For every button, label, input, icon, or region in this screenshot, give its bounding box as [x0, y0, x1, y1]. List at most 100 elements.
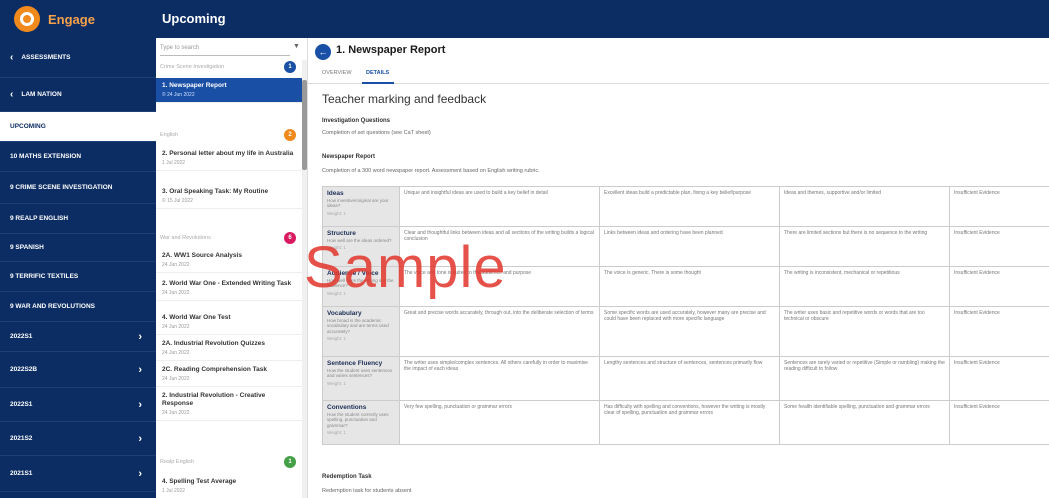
rubric-level-cell[interactable]: Clear and thoughtful links between ideas…	[399, 226, 600, 267]
list-item-title: 2. Industrial Revolution - Creative Resp…	[162, 392, 266, 408]
assessment-title: 1. Newspaper Report	[336, 44, 446, 56]
sidebar-item-label: 2022S2B	[10, 366, 38, 373]
list-group-header: Realp English 1	[160, 455, 300, 469]
sidebar-item[interactable]: 2022S2B ›	[0, 352, 156, 388]
list-item-date: 1 Jul 2022	[162, 488, 186, 495]
rubric-level-cell[interactable]: Insufficient Evidence	[949, 306, 1049, 357]
rubric-level-cell[interactable]: The voice is generic. There is some thou…	[599, 266, 780, 307]
rubric-level-cell[interactable]: Insufficient Evidence	[949, 226, 1049, 267]
group-count-badge: 6	[284, 232, 296, 244]
page-header-title: Upcoming	[162, 11, 226, 26]
top-bar: Engage Upcoming	[0, 0, 1049, 38]
rubric-level-cell[interactable]: The writer uses basic and repetitive wor…	[779, 306, 950, 357]
rubric-level-cell[interactable]: Lengthy sentences and structure of sente…	[599, 356, 780, 401]
criterion-weight: Weight: 1	[327, 380, 346, 386]
list-item[interactable]: 2A. WW1 Source Analysis 24 Jun 2022	[156, 248, 302, 274]
rubric-level-cell[interactable]: There are limited sections but there is …	[779, 226, 950, 267]
sidebar-item[interactable]: 9 Crime Scene Investigation	[0, 172, 156, 204]
sidebar-item-label: 2021S2	[10, 435, 33, 442]
sidebar-item[interactable]: 2021S1 ›	[0, 456, 156, 492]
list-item-date: 1 Jul 2022	[162, 160, 186, 167]
rubric-level-cell[interactable]: The voice and tone is suited to the audi…	[399, 266, 600, 307]
rubric-level-cell[interactable]: Links between ideas and ordering have be…	[599, 226, 780, 267]
sidebar-item[interactable]: ‹ Lam Nation	[0, 78, 156, 112]
list-item[interactable]: 2. Personal letter about my life in Aust…	[156, 146, 302, 172]
tab-bar: Overview Details	[308, 64, 1049, 84]
rubric-level-cell[interactable]: Sentences are rarely varied or repetitiv…	[779, 356, 950, 401]
sidebar-item-label: 10 Maths Extension	[10, 153, 82, 160]
sidebar-item[interactable]: 2022S1 ›	[0, 388, 156, 422]
rubric-row: Conventions How the student correctly use…	[322, 400, 1049, 445]
app-name: Engage	[48, 11, 95, 27]
list-item[interactable]: 2C. Reading Comprehension Task 24 Jun 202…	[156, 362, 302, 388]
rubric-level-cell[interactable]: Insufficient Evidence	[949, 400, 1049, 445]
list-scrollbar[interactable]	[302, 60, 307, 498]
rubric-level-cell[interactable]: Great and precise words accurately, thro…	[399, 306, 600, 357]
group-label: Crime Scene Investigation	[160, 64, 225, 70]
rubric-level-cell[interactable]: The writing is inconsistent, mechanical …	[779, 266, 950, 307]
rubric-level-cell[interactable]: Very few spelling, punctuation or gramma…	[399, 400, 600, 445]
rubric-level-cell[interactable]: The writer uses simple/complex sentences…	[399, 356, 600, 401]
app-logo[interactable]: Engage	[14, 6, 95, 32]
list-group-header: War and Revolutions 6	[160, 231, 300, 245]
list-item[interactable]: 4. World War One Test 24 Jun 2022	[156, 310, 302, 336]
back-button[interactable]: ←	[315, 44, 331, 60]
rubric-level-cell[interactable]: Excellent ideas build a predictable plan…	[599, 186, 780, 227]
sidebar-item[interactable]: 2021S2 ›	[0, 422, 156, 456]
sidebar-item[interactable]: Upcoming	[0, 112, 156, 142]
criterion-weight: Weight: 1	[327, 336, 346, 342]
rubric-level-cell[interactable]: Some health identifiable spelling, punct…	[779, 400, 950, 445]
criterion-question: How broad is the academic vocabulary and…	[327, 318, 389, 334]
list-item[interactable]: 2. Industrial Revolution - Creative Resp…	[156, 388, 302, 422]
chevron-right-icon: ›	[138, 432, 142, 445]
rubric-criterion: Structure How well are the ideas ordered?…	[322, 226, 400, 267]
list-item[interactable]: 2. World War One - Extended Writing Task…	[156, 276, 302, 302]
newspaper-text: Completion of a 300 word newspaper repor…	[322, 168, 540, 174]
tab-overview[interactable]: Overview	[322, 70, 352, 76]
newspaper-heading: Newspaper Report	[322, 154, 376, 160]
tab-details[interactable]: Details	[366, 70, 389, 76]
list-item-title: 2A. Industrial Revolution Quizzes	[162, 340, 265, 347]
group-count-badge: 2	[284, 129, 296, 141]
rubric-level-cell[interactable]: Insufficient Evidence	[949, 266, 1049, 307]
search-input[interactable]: Type to search	[160, 42, 290, 56]
list-item-date: 24 Jun 2022	[162, 324, 190, 331]
rubric-level-cell[interactable]: Insufficient Evidence	[949, 356, 1049, 401]
rubric-level-cell[interactable]: Unique and insightful ideas are used to …	[399, 186, 600, 227]
criterion-name: Conventions	[327, 404, 367, 411]
criterion-question: How well are the ideas ordered?	[327, 238, 392, 243]
list-group-header: English 2	[160, 128, 300, 142]
filter-icon[interactable]: ▼	[293, 43, 300, 50]
group-label: English	[160, 132, 179, 138]
sidebar-item[interactable]: 2022S1 ›	[0, 322, 156, 352]
rubric-level-cell[interactable]: Some specific words are used accurately,…	[599, 306, 780, 357]
scrollbar-thumb[interactable]	[302, 80, 307, 170]
rubric-row: Audience / Voice How well does the writin…	[322, 266, 1049, 307]
list-item[interactable]: 3. Oral Speaking Task: My Routine © 15 Ju…	[156, 184, 302, 210]
sidebar-item[interactable]: 9 Realp English	[0, 204, 156, 234]
criterion-name: Sentence Fluency	[327, 360, 383, 367]
sidebar-item[interactable]: 9 War and Revolutions	[0, 292, 156, 322]
list-item[interactable]: 1. Newspaper Report © 24 Jun 2022	[156, 78, 302, 104]
list-item-title: 4. World War One Test	[162, 314, 231, 321]
engage-logo-icon	[14, 6, 40, 32]
list-item[interactable]: 4. Spelling Test Average 1 Jul 2022	[156, 474, 302, 498]
rubric-level-cell[interactable]: Has difficulty with spelling and convent…	[599, 400, 780, 445]
rubric-table: Ideas How inventive/original are your ide…	[322, 186, 1049, 445]
main-content: ← 1. Newspaper Report Overview Details T…	[308, 38, 1049, 498]
sidebar-item-label: Upcoming	[10, 123, 46, 130]
rubric-level-cell[interactable]: Ideas and themes, supportive and/or limi…	[779, 186, 950, 227]
sidebar-item-label: 2022S1	[10, 401, 33, 408]
sidebar-item[interactable]: 9 Spanish	[0, 234, 156, 262]
rubric-level-cell[interactable]: Insufficient Evidence	[949, 186, 1049, 227]
list-item-date: 24 Jun 2022	[162, 350, 190, 357]
rubric-row: Vocabulary How broad is the academic voca…	[322, 306, 1049, 357]
sidebar-item[interactable]: 10 Maths Extension	[0, 142, 156, 172]
criterion-weight: Weight: 1	[327, 290, 346, 296]
investigation-heading: Investigation Questions	[322, 118, 391, 124]
sidebar-item[interactable]: ‹ Assessments	[0, 38, 156, 78]
criterion-weight: Weight: 1	[327, 430, 346, 436]
back-chevron-icon: ‹	[10, 89, 14, 100]
sidebar-item[interactable]: 9 Terrific Textiles	[0, 262, 156, 292]
list-item[interactable]: 2A. Industrial Revolution Quizzes 24 Jun …	[156, 336, 302, 362]
